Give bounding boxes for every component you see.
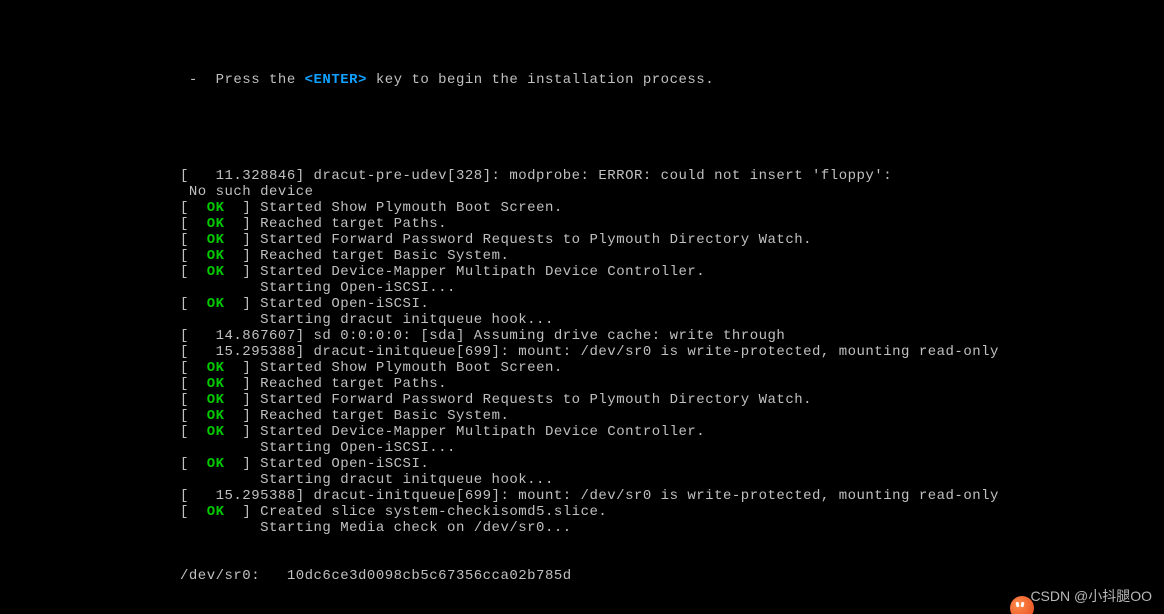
boot-terminal: - Press the <ENTER> key to begin the ins… bbox=[0, 0, 1164, 614]
ok-status: OK bbox=[207, 216, 225, 232]
ok-status: OK bbox=[207, 376, 225, 392]
log-line: Starting Media check on /dev/sr0... bbox=[180, 520, 1164, 536]
prompt-prefix: - Press the bbox=[180, 72, 305, 88]
log-line: [ 11.328846] dracut-pre-udev[328]: modpr… bbox=[180, 168, 1164, 184]
log-line: [ 14.867607] sd 0:0:0:0: [sda] Assuming … bbox=[180, 328, 1164, 344]
log-line: [ OK ] Started Forward Password Requests… bbox=[180, 232, 1164, 248]
log-line: [ OK ] Started Open-iSCSI. bbox=[180, 456, 1164, 472]
log-line: [ OK ] Reached target Basic System. bbox=[180, 248, 1164, 264]
prompt-line: - Press the <ENTER> key to begin the ins… bbox=[180, 72, 1164, 88]
ok-status: OK bbox=[207, 504, 225, 520]
log-line: Starting dracut initqueue hook... bbox=[180, 312, 1164, 328]
watermark-text: CSDN @小抖腿OO bbox=[1030, 586, 1152, 606]
log-line: [ OK ] Started Device-Mapper Multipath D… bbox=[180, 264, 1164, 280]
log-line: [ OK ] Reached target Paths. bbox=[180, 216, 1164, 232]
ok-status: OK bbox=[207, 424, 225, 440]
log-line: [ OK ] Started Open-iSCSI. bbox=[180, 296, 1164, 312]
log-line: [ OK ] Started Device-Mapper Multipath D… bbox=[180, 424, 1164, 440]
dev-line: /dev/sr0: 10dc6ce3d0098cb5c67356cca02b78… bbox=[180, 568, 1164, 584]
ok-status: OK bbox=[207, 392, 225, 408]
log-line: Starting Open-iSCSI... bbox=[180, 280, 1164, 296]
ok-status: OK bbox=[207, 456, 225, 472]
log-line: [ OK ] Started Show Plymouth Boot Screen… bbox=[180, 200, 1164, 216]
prompt-suffix: key to begin the installation process. bbox=[367, 72, 714, 88]
log-line: Starting dracut initqueue hook... bbox=[180, 472, 1164, 488]
boot-log: [ 11.328846] dracut-pre-udev[328]: modpr… bbox=[180, 168, 1164, 536]
log-line: [ 15.295388] dracut-initqueue[699]: moun… bbox=[180, 488, 1164, 504]
ok-status: OK bbox=[207, 200, 225, 216]
log-line: [ OK ] Started Show Plymouth Boot Screen… bbox=[180, 360, 1164, 376]
log-line: [ OK ] Started Forward Password Requests… bbox=[180, 392, 1164, 408]
ok-status: OK bbox=[207, 232, 225, 248]
log-line: No such device bbox=[180, 184, 1164, 200]
enter-key: <ENTER> bbox=[305, 72, 367, 88]
log-line: [ OK ] Created slice system-checkisomd5.… bbox=[180, 504, 1164, 520]
ok-status: OK bbox=[207, 248, 225, 264]
log-line: [ OK ] Reached target Paths. bbox=[180, 376, 1164, 392]
ok-status: OK bbox=[207, 264, 225, 280]
log-line: [ OK ] Reached target Basic System. bbox=[180, 408, 1164, 424]
log-line: [ 15.295388] dracut-initqueue[699]: moun… bbox=[180, 344, 1164, 360]
ok-status: OK bbox=[207, 296, 225, 312]
ok-status: OK bbox=[207, 360, 225, 376]
log-line: Starting Open-iSCSI... bbox=[180, 440, 1164, 456]
ok-status: OK bbox=[207, 408, 225, 424]
